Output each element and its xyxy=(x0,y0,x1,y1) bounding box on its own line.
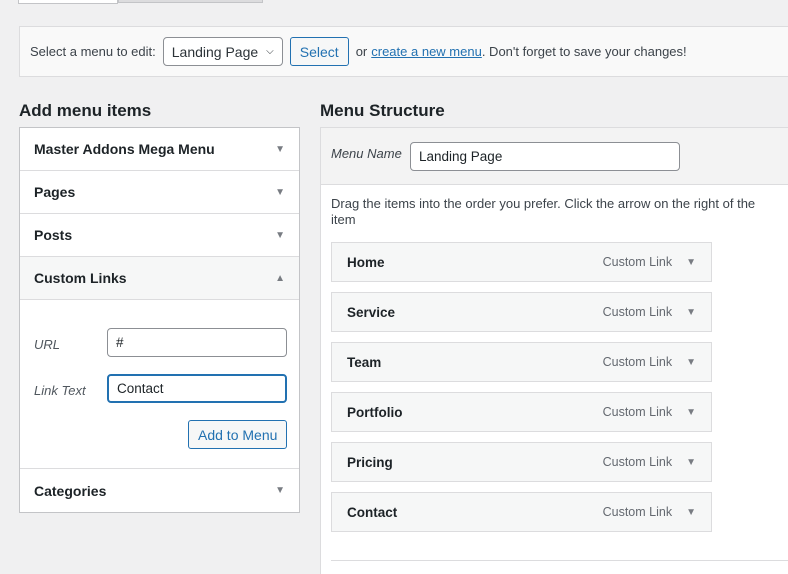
item-type: Custom Link xyxy=(602,305,673,319)
save-reminder: . Don't forget to save your changes! xyxy=(481,44,687,59)
select-menu-label: Select a menu to edit: xyxy=(30,44,156,59)
caret-down-icon[interactable]: ▼ xyxy=(686,507,696,518)
menu-item-pricing[interactable]: Pricing Custom Link ▼ xyxy=(331,442,712,482)
add-menu-items-accordion: Master Addons Mega Menu ▼ Pages ▼ Posts ▼ C… xyxy=(19,127,300,513)
menu-item-home[interactable]: Home Custom Link ▼ xyxy=(331,242,712,282)
item-type: Custom Link xyxy=(602,455,673,469)
section-mega-menu[interactable]: Master Addons Mega Menu ▼ xyxy=(20,128,299,171)
menu-name-input[interactable]: Landing Page xyxy=(410,142,680,171)
section-posts[interactable]: Posts ▼ xyxy=(20,214,299,257)
item-label: Team xyxy=(347,354,382,370)
caret-down-icon[interactable]: ▼ xyxy=(686,357,696,368)
divider xyxy=(331,560,788,561)
caret-down-icon[interactable]: ▼ xyxy=(686,307,696,318)
caret-down-icon[interactable]: ▼ xyxy=(686,457,696,468)
custom-links-body: URL # Link Text Contact Add to Menu xyxy=(20,300,299,469)
item-label: Pricing xyxy=(347,454,393,470)
menu-name-header: Menu Name Landing Page xyxy=(321,128,788,185)
item-label: Portfolio xyxy=(347,404,403,420)
section-categories[interactable]: Categories ▼ xyxy=(20,469,299,512)
item-label: Service xyxy=(347,304,396,320)
menu-item-contact[interactable]: Contact Custom Link ▼ xyxy=(331,492,712,532)
selected-menu: Landing Page xyxy=(171,43,259,60)
select-button[interactable]: Select xyxy=(289,37,349,66)
url-input[interactable]: # xyxy=(107,328,287,357)
section-label: Posts xyxy=(34,227,73,243)
caret-down-icon[interactable]: ▼ xyxy=(686,407,696,418)
tab-edit-menus[interactable] xyxy=(18,0,118,4)
caret-down-icon: ▼ xyxy=(275,229,285,241)
section-custom-links[interactable]: Custom Links ▲ xyxy=(20,257,299,300)
or-text: or xyxy=(355,44,368,59)
section-label: Categories xyxy=(34,482,107,499)
chevron-down-icon: ⌵ xyxy=(266,46,274,57)
item-label: Contact xyxy=(347,504,398,520)
add-menu-items-title: Add menu items xyxy=(19,101,152,120)
item-label: Home xyxy=(347,254,385,270)
menu-item-portfolio[interactable]: Portfolio Custom Link ▼ xyxy=(331,392,712,432)
section-label: Custom Links xyxy=(34,270,127,286)
section-label: Master Addons Mega Menu xyxy=(34,141,215,157)
section-pages[interactable]: Pages ▼ xyxy=(20,171,299,214)
tab-manage-locations[interactable] xyxy=(118,0,263,3)
create-new-menu-link[interactable]: create a new menu xyxy=(371,44,482,59)
drag-instructions: Drag the items into the order you prefer… xyxy=(331,196,756,227)
menu-select-bar: Select a menu to edit: Landing Page ⌵ Sel… xyxy=(19,26,788,77)
item-type: Custom Link xyxy=(602,405,673,419)
caret-down-icon: ▼ xyxy=(275,186,285,198)
item-type: Custom Link xyxy=(602,255,673,269)
link-text-label: Link Text xyxy=(34,383,86,398)
caret-down-icon[interactable]: ▼ xyxy=(686,257,696,268)
menu-select-dropdown[interactable]: Landing Page ⌵ xyxy=(162,37,283,66)
caret-up-icon: ▲ xyxy=(275,272,285,284)
menu-name-label: Menu Name xyxy=(331,146,402,161)
menu-item-team[interactable]: Team Custom Link ▼ xyxy=(331,342,712,382)
caret-down-icon: ▼ xyxy=(275,485,285,496)
menu-structure-panel: Menu Name Landing Page Drag the items in… xyxy=(320,127,788,574)
menu-structure-title: Menu Structure xyxy=(320,101,445,120)
add-to-menu-button[interactable]: Add to Menu xyxy=(188,420,288,449)
item-type: Custom Link xyxy=(602,355,673,369)
link-text-input[interactable]: Contact xyxy=(107,374,287,403)
caret-down-icon: ▼ xyxy=(275,143,285,155)
section-label: Pages xyxy=(34,184,76,200)
url-label: URL xyxy=(34,337,61,352)
item-type: Custom Link xyxy=(602,505,673,519)
menu-item-service[interactable]: Service Custom Link ▼ xyxy=(331,292,712,332)
